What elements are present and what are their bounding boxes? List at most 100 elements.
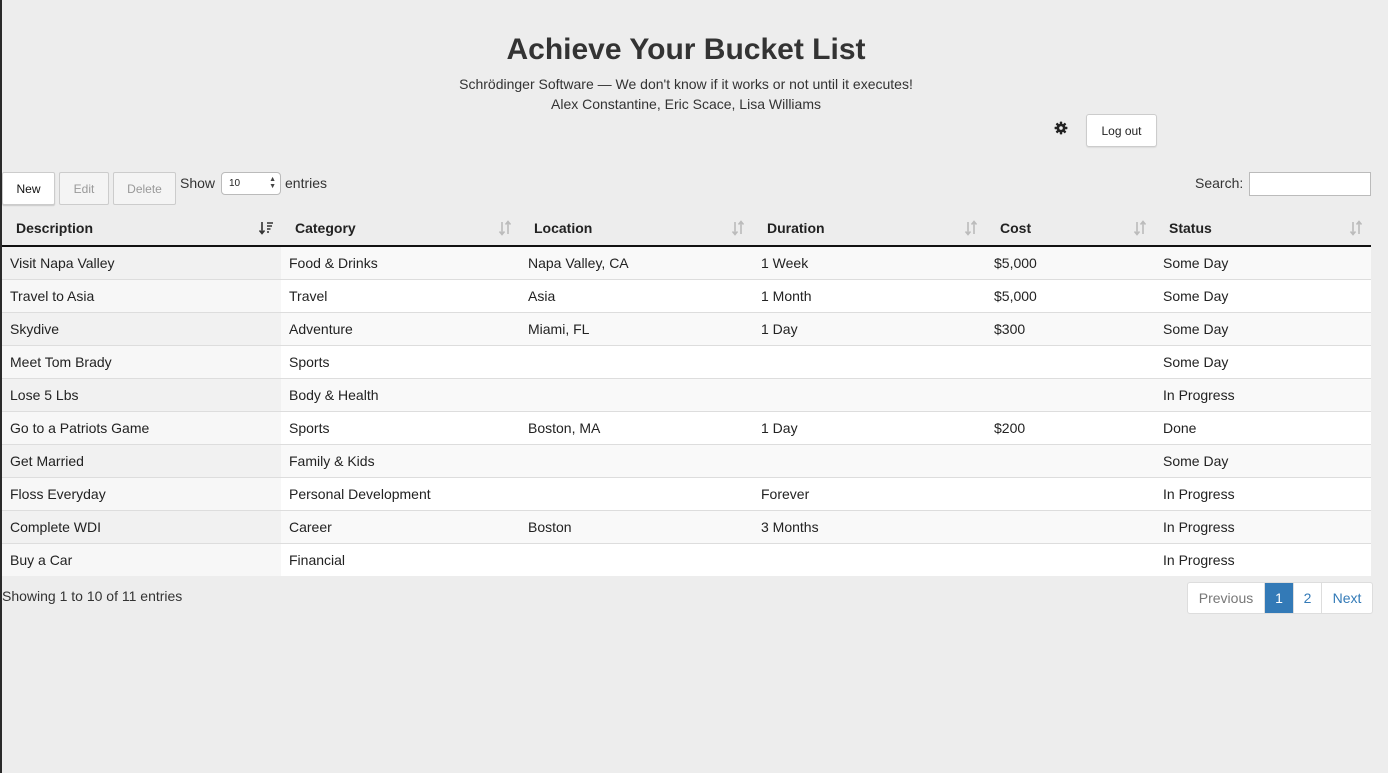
table-row[interactable]: Visit Napa Valley Food & Drinks Napa Valle… (2, 245, 1371, 279)
entries-per-page-select[interactable]: 10 ▲ ▼ (221, 172, 281, 195)
table-row[interactable]: Buy a Car Financial In Progress (2, 542, 1371, 576)
bucket-list-table: Description Category Location Duration C… (2, 210, 1371, 576)
table-cell-description: Meet Tom Brady (2, 344, 281, 378)
table-info: Showing 1 to 10 of 11 entries (2, 588, 183, 604)
authors-line: Alex Constantine, Eric Scace, Lisa Willi… (551, 96, 821, 112)
sort-both-icon (498, 220, 512, 236)
table-cell-category: Body & Health (281, 377, 520, 411)
entries-per-page-value: 10 (229, 178, 241, 189)
table-row[interactable]: Meet Tom Brady Sports Some Day (2, 344, 1371, 378)
table-cell-description: Skydive (2, 311, 281, 345)
gear-icon[interactable] (1054, 121, 1068, 135)
table-row[interactable]: Skydive Adventure Miami, FL 1 Day $300 Some D… (2, 311, 1371, 345)
table-cell-category: Sports (281, 410, 520, 444)
table-cell-cost (986, 443, 1155, 477)
column-header-cost[interactable]: Cost (986, 210, 1155, 247)
pagination: Previous 1 2 Next (1187, 582, 1373, 614)
column-header-category[interactable]: Category (281, 210, 520, 247)
new-button[interactable]: New (2, 172, 55, 205)
table-cell-location: Boston (520, 509, 753, 543)
previous-page-button[interactable]: Previous (1188, 583, 1264, 613)
table-cell-cost (986, 542, 1155, 576)
table-row[interactable]: Go to a Patriots Game Sports Boston, MA 1 D… (2, 410, 1371, 444)
column-header-location[interactable]: Location (520, 210, 753, 247)
table-cell-status: In Progress (1155, 542, 1371, 576)
column-header-status[interactable]: Status (1155, 210, 1371, 247)
table-cell-description: Visit Napa Valley (2, 245, 281, 279)
table-cell-location (520, 542, 753, 576)
table-cell-cost: $5,000 (986, 278, 1155, 312)
sort-both-icon (1133, 220, 1147, 236)
table-cell-status: Some Day (1155, 344, 1371, 378)
table-cell-duration (753, 344, 986, 378)
table-cell-location: Boston, MA (520, 410, 753, 444)
logout-button[interactable]: Log out (1086, 114, 1157, 147)
page-2-button[interactable]: 2 (1293, 583, 1321, 613)
table-cell-location (520, 377, 753, 411)
table-cell-cost (986, 344, 1155, 378)
table-cell-status: Some Day (1155, 245, 1371, 279)
table-cell-location (520, 476, 753, 510)
table-cell-description: Buy a Car (2, 542, 281, 576)
table-cell-cost: $300 (986, 311, 1155, 345)
table-cell-location: Asia (520, 278, 753, 312)
table-cell-category: Adventure (281, 311, 520, 345)
table-cell-location (520, 443, 753, 477)
table-cell-duration: 1 Day (753, 410, 986, 444)
column-header-description[interactable]: Description (2, 210, 281, 247)
column-header-duration[interactable]: Duration (753, 210, 986, 247)
table-cell-cost (986, 377, 1155, 411)
table-cell-status: Done (1155, 410, 1371, 444)
table-cell-category: Family & Kids (281, 443, 520, 477)
table-cell-description: Lose 5 Lbs (2, 377, 281, 411)
table-header-row: Description Category Location Duration C… (2, 210, 1371, 247)
edit-button[interactable]: Edit (59, 172, 109, 205)
sort-both-icon (964, 220, 978, 236)
table-cell-status: Some Day (1155, 311, 1371, 345)
delete-button[interactable]: Delete (113, 172, 176, 205)
table-cell-duration: 1 Month (753, 278, 986, 312)
table-cell-duration: 1 Day (753, 311, 986, 345)
table-cell-category: Financial (281, 542, 520, 576)
entries-label: entries (285, 175, 328, 191)
table-cell-category: Food & Drinks (281, 245, 520, 279)
table-cell-status: Some Day (1155, 443, 1371, 477)
table-cell-location: Miami, FL (520, 311, 753, 345)
show-label: Show (180, 175, 216, 191)
table-cell-location: Napa Valley, CA (520, 245, 753, 279)
table-cell-category: Travel (281, 278, 520, 312)
search-input[interactable] (1249, 172, 1371, 196)
table-cell-location (520, 344, 753, 378)
table-row[interactable]: Floss Everyday Personal Development Foreve… (2, 476, 1371, 510)
table-cell-description: Complete WDI (2, 509, 281, 543)
sort-both-icon (731, 220, 745, 236)
table-cell-cost (986, 476, 1155, 510)
table-cell-cost: $5,000 (986, 245, 1155, 279)
table-cell-description: Travel to Asia (2, 278, 281, 312)
table-cell-duration (753, 443, 986, 477)
table-cell-description: Floss Everyday (2, 476, 281, 510)
table-body: Visit Napa Valley Food & Drinks Napa Valle… (2, 245, 1371, 576)
table-cell-status: Some Day (1155, 278, 1371, 312)
table-cell-status: In Progress (1155, 476, 1371, 510)
table-cell-duration: 3 Months (753, 509, 986, 543)
table-cell-description: Go to a Patriots Game (2, 410, 281, 444)
select-arrows-icon: ▲ ▼ (269, 176, 276, 190)
table-cell-status: In Progress (1155, 509, 1371, 543)
table-row[interactable]: Get Married Family & Kids Some Day (2, 443, 1371, 477)
table-row[interactable]: Complete WDI Career Boston 3 Months In Progr… (2, 509, 1371, 543)
table-cell-duration (753, 542, 986, 576)
sort-desc-icon (259, 222, 273, 235)
table-cell-category: Career (281, 509, 520, 543)
table-row[interactable]: Lose 5 Lbs Body & Health In Progress (2, 377, 1371, 411)
page-subtitle: Schrödinger Software — We don't know if … (459, 76, 913, 92)
table-cell-duration (753, 377, 986, 411)
table-cell-status: In Progress (1155, 377, 1371, 411)
search-label: Search: (1195, 175, 1244, 191)
table-cell-category: Sports (281, 344, 520, 378)
next-page-button[interactable]: Next (1321, 583, 1372, 613)
table-cell-duration: Forever (753, 476, 986, 510)
table-row[interactable]: Travel to Asia Travel Asia 1 Month $5,000 Som… (2, 278, 1371, 312)
table-cell-category: Personal Development (281, 476, 520, 510)
page-1-button[interactable]: 1 (1264, 583, 1293, 613)
